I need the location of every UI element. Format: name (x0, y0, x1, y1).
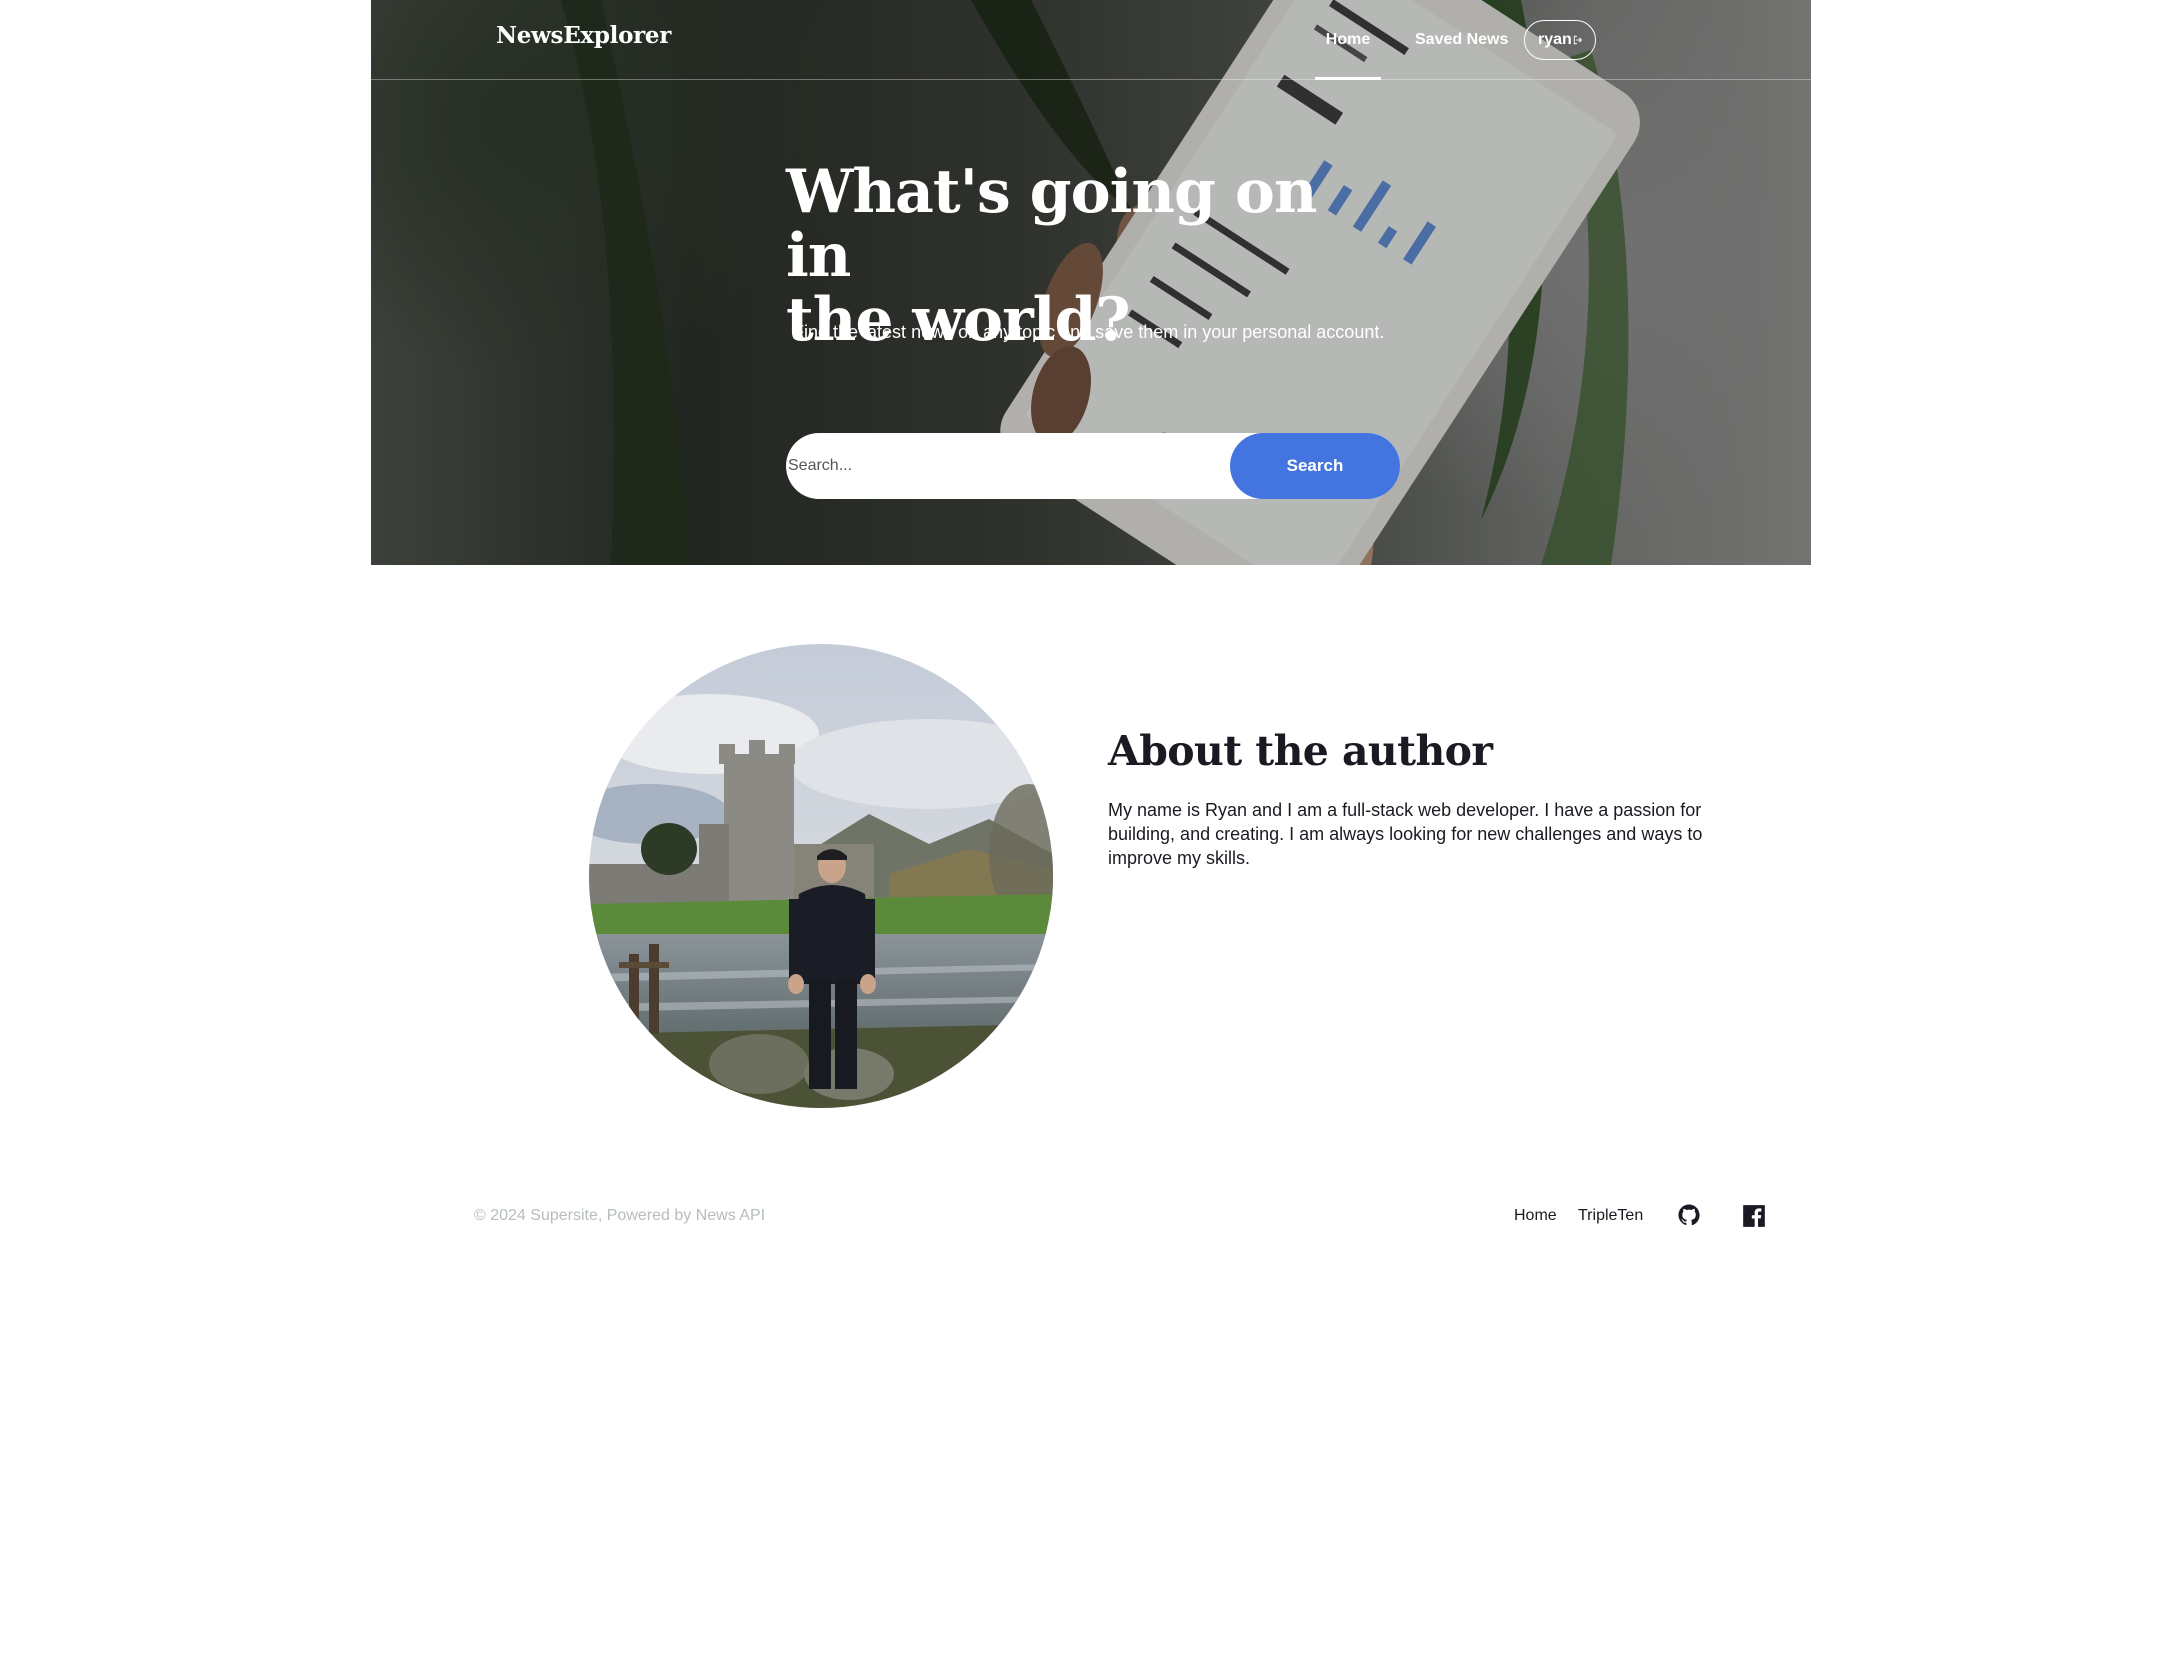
footer-copyright: © 2024 Supersite, Powered by News API (474, 1207, 766, 1224)
nav-saved-news-link[interactable]: Saved News (1415, 0, 1508, 80)
hero-section: NewsExplorer Home Saved News ryan What's… (371, 0, 1811, 565)
about-text: My name is Ryan and I am a full-stack we… (1108, 800, 1703, 868)
footer-tripleten-link[interactable]: TripleTen (1578, 1207, 1643, 1225)
author-photo (589, 644, 1053, 1108)
user-logout-button[interactable]: ryan (1524, 20, 1596, 60)
search-button[interactable]: Search (1230, 433, 1400, 499)
logout-icon (1573, 35, 1582, 45)
site-logo[interactable]: NewsExplorer (496, 22, 671, 49)
facebook-icon[interactable] (1741, 1203, 1767, 1229)
user-name: ryan (1538, 31, 1572, 48)
page: NewsExplorer Home Saved News ryan What's… (371, 0, 1811, 1660)
hero-title-line1: What's going on in (786, 157, 1318, 291)
github-icon[interactable] (1678, 1204, 1700, 1226)
search-form: Search (786, 433, 1400, 499)
author-avatar (589, 644, 1053, 1108)
about-title: About the author (1108, 727, 1493, 775)
site-header: NewsExplorer Home Saved News ryan (371, 0, 1811, 80)
hero-subtitle: Find the latest news on any topic and sa… (793, 322, 1385, 342)
footer-home-link[interactable]: Home (1514, 1207, 1557, 1225)
search-input[interactable] (786, 433, 1231, 499)
nav-home-link[interactable]: Home (1315, 0, 1381, 80)
